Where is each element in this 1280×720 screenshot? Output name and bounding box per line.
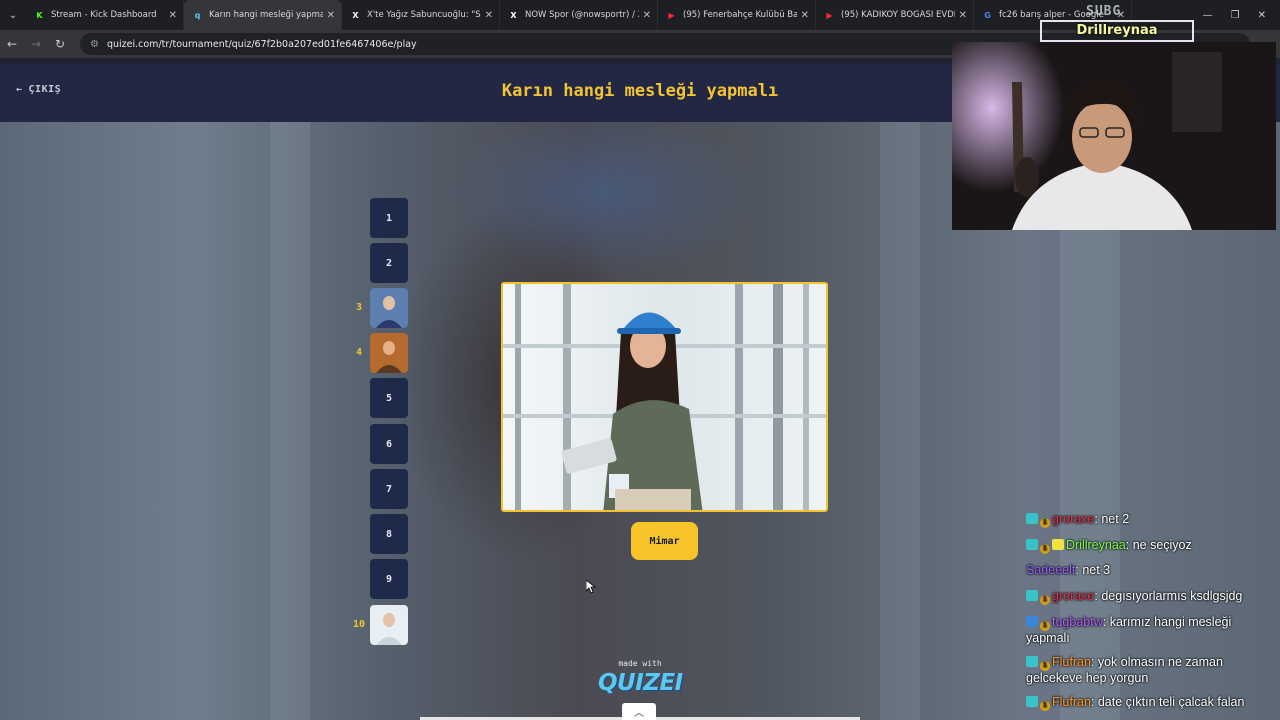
back-icon[interactable]: ← (0, 37, 24, 51)
chat-message: 1 groraxe: degısıyorlarmıs ksdlgsjdg (1026, 589, 1276, 605)
step-button[interactable]: 8 (370, 514, 408, 554)
step-number-label: 10 (352, 619, 366, 630)
tab-favicon-icon: G (984, 10, 991, 20)
chat-username[interactable]: Flufran (1052, 655, 1091, 669)
close-tab-icon[interactable]: ✕ (643, 10, 651, 21)
minimize-icon[interactable]: — (1203, 10, 1213, 21)
close-tab-icon[interactable]: ✕ (485, 10, 493, 21)
tab-favicon-icon: X (352, 10, 359, 20)
one-badge-icon: 1 (1040, 595, 1050, 605)
one-badge-icon: 1 (1040, 621, 1050, 631)
chat-message: 1 tugbabtw: karımız hangi mesleği yapmalı (1026, 615, 1232, 645)
step-thumbnail[interactable] (370, 288, 408, 328)
close-tab-icon[interactable]: ✕ (959, 10, 967, 21)
step-thumbnail[interactable] (370, 605, 408, 645)
gift-badge-icon (1026, 539, 1038, 550)
choice-button[interactable]: Mimar (631, 522, 698, 560)
chat-username[interactable]: Drillreynaa (1066, 538, 1126, 552)
url-text: quizei.com/tr/tournament/quiz/67f2b0a207… (106, 38, 417, 50)
tab-title: (95) Fenerbahçe Kulübü Başkan (683, 10, 797, 20)
one-badge-icon: 1 (1040, 701, 1050, 711)
latest-sub-name: Drillreynaa (1040, 20, 1194, 42)
step-button[interactable]: 9 (370, 559, 408, 599)
one-badge-icon: 1 (1040, 661, 1050, 671)
tab-favicon-icon: q (194, 10, 201, 20)
snap-badge-icon (1052, 539, 1064, 550)
thumbnail-image (370, 605, 408, 645)
restore-icon[interactable]: ❐ (1231, 10, 1240, 21)
tab-favicon-icon: X (510, 10, 517, 20)
browser-tab[interactable]: ▶ (95) KADIKÖY BOĞASI EVDE BİL ✕ (816, 0, 974, 30)
quizei-logo[interactable]: QUIZEI (598, 670, 683, 696)
candidate-image[interactable] (501, 282, 828, 512)
streamer-webcam-image (952, 42, 1276, 230)
tab-title: Stream - Kick Dashboard (51, 10, 157, 20)
chat-username[interactable]: groraxe (1052, 589, 1094, 603)
tab-favicon-icon: K (36, 10, 43, 20)
sub-badge-icon (1026, 616, 1038, 627)
thumbnail-image (370, 333, 408, 373)
gift-badge-icon (1026, 696, 1038, 707)
chat-username[interactable]: tugbabtw (1052, 615, 1103, 629)
chat-text: net 2 (1101, 512, 1130, 526)
step-button[interactable]: 6 (370, 424, 408, 464)
made-with-label: made with (618, 659, 662, 668)
one-badge-icon: 1 (1040, 544, 1050, 554)
tab-title: X'te Yağız Sabuncuoğlu: "Sade (367, 10, 481, 20)
forward-icon[interactable]: → (24, 37, 48, 51)
tab-title: (95) KADIKÖY BOĞASI EVDE BİL (841, 10, 955, 20)
tab-favicon-icon: ▶ (668, 10, 675, 20)
browser-tab[interactable]: K Stream - Kick Dashboard ✕ (26, 0, 184, 30)
thumbnail-image (370, 288, 408, 328)
browser-tab[interactable]: X X'te Yağız Sabuncuoğlu: "Sade ✕ (342, 0, 500, 30)
mouse-cursor-icon (586, 580, 596, 594)
screen: ⌄ K Stream - Kick Dashboard ✕ q Karın hangi … (0, 0, 1280, 720)
gift-badge-icon (1026, 590, 1038, 601)
step-button[interactable]: 5 (370, 378, 408, 418)
chat-text: ne seçiyoz (1132, 538, 1192, 552)
tab-title: NOW Spor (@nowsportr) / X (525, 10, 639, 20)
step-button[interactable]: 1 (370, 198, 408, 238)
chat-username[interactable]: groraxe (1052, 512, 1094, 526)
step-number-label: 4 (355, 347, 363, 358)
chat-username[interactable]: Flufran (1052, 695, 1091, 709)
site-info-icon[interactable]: ⚙ (90, 39, 99, 50)
browser-tab[interactable]: ▶ (95) Fenerbahçe Kulübü Başkan ✕ (658, 0, 816, 30)
chat-text: degısıyorlarmıs ksdlgsjdg (1101, 589, 1243, 603)
gift-badge-icon (1026, 656, 1038, 667)
close-tab-icon[interactable]: ✕ (169, 10, 177, 21)
close-tab-icon[interactable]: ✕ (801, 10, 809, 21)
close-tab-icon[interactable]: ✕ (327, 10, 335, 21)
step-thumbnail[interactable] (370, 333, 408, 373)
scroll-up-button[interactable]: ︿ (622, 703, 656, 720)
reload-icon[interactable]: ↻ (48, 37, 72, 51)
gift-badge-icon (1026, 513, 1038, 524)
step-number-label: 3 (355, 302, 363, 313)
chat-message: 1 Flufran: date çıktın teli çalcak falan (1026, 695, 1276, 711)
chat-text: net 3 (1082, 563, 1111, 577)
sub-goal-widget: SUBG Drillreynaa (1040, 4, 1194, 42)
tab-favicon-icon: ▶ (826, 10, 833, 20)
window-controls: — ❐ ✕ (1203, 0, 1280, 30)
chat-message: 1 Drillreynaa: ne seçiyoz (1026, 538, 1276, 554)
webcam-overlay (952, 42, 1276, 230)
chat-message: Sadeeelt: net 3 (1026, 563, 1111, 577)
step-button[interactable]: 7 (370, 469, 408, 509)
chevron-up-icon: ︿ (634, 708, 644, 719)
browser-tab[interactable]: X NOW Spor (@nowsportr) / X ✕ (500, 0, 658, 30)
chat-text: date çıktın teli çalcak falan (1097, 695, 1245, 709)
tab-title: Karın hangi mesleği yapmalı - Q (209, 10, 323, 20)
architect-woman-photo (503, 284, 826, 510)
close-window-icon[interactable]: ✕ (1258, 10, 1266, 21)
browser-tab[interactable]: q Karın hangi mesleği yapmalı - Q ✕ (184, 0, 342, 30)
chat-message: 1 groraxe: net 2 (1026, 512, 1276, 528)
sub-goal-label: SUBG (1086, 4, 1122, 19)
step-button[interactable]: 2 (370, 243, 408, 283)
tab-search-chevron-icon[interactable]: ⌄ (0, 0, 26, 30)
chat-message: 1 Flufran: yok olmasın ne zaman gelcekeve… (1026, 655, 1223, 685)
chat-username[interactable]: Sadeeelt (1026, 563, 1075, 577)
one-badge-icon: 1 (1040, 518, 1050, 528)
